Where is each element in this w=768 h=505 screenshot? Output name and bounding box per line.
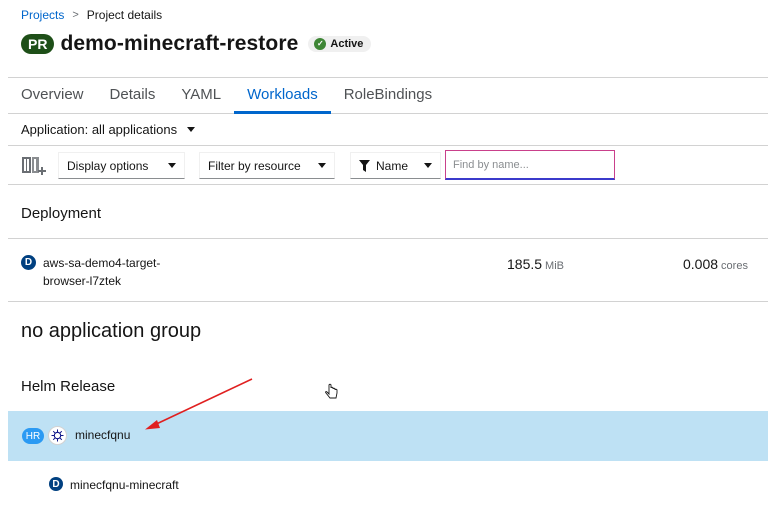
check-circle-icon: ✓	[314, 38, 327, 50]
filter-by-resource-label: Filter by resource	[208, 158, 301, 173]
name-filter-dropdown[interactable]: Name	[350, 152, 441, 179]
tab-rolebindings[interactable]: RoleBindings	[331, 78, 445, 114]
deployment-badge: D	[49, 477, 63, 491]
tab-details[interactable]: Details	[97, 78, 169, 114]
breadcrumb: Projects > Project details	[21, 8, 162, 22]
deployment-name[interactable]: aws-sa-demo4-target-browser-l7ztek	[43, 254, 193, 290]
memory-value: 185.5	[507, 256, 543, 272]
cpu-usage: 0.008 cores	[683, 256, 748, 272]
deployment-badge: D	[21, 255, 36, 270]
helm-release-badge: HR	[22, 428, 44, 444]
application-selector-label: Application: all applications	[21, 122, 178, 137]
breadcrumb-projects-link[interactable]: Projects	[21, 8, 64, 22]
page-header: PR demo-minecraft-restore ✓ Active	[21, 32, 372, 56]
deployment-section-title: Deployment	[21, 205, 102, 222]
application-group-title: no application group	[21, 320, 202, 342]
name-filter-label: Name	[376, 158, 409, 173]
helm-child-deployment-name[interactable]: minecfqnu-minecraft	[70, 478, 179, 492]
deployment-row[interactable]: D aws-sa-demo4-target-browser-l7ztek 185…	[8, 239, 768, 301]
project-badge: PR	[21, 34, 55, 54]
memory-unit: MiB	[545, 260, 564, 272]
tab-overview[interactable]: Overview	[8, 78, 97, 114]
helm-child-deployment-row[interactable]: D minecfqnu-minecraft	[8, 470, 768, 498]
helm-release-row[interactable]: HR minecfqnu	[8, 411, 768, 461]
tab-workloads[interactable]: Workloads	[234, 78, 331, 114]
memory-usage: 185.5 MiB	[507, 256, 564, 272]
cpu-value: 0.008	[683, 256, 719, 272]
helm-release-section-title: Helm Release	[21, 378, 116, 395]
helm-icon	[48, 426, 67, 445]
tab-bar: Overview Details YAML Workloads RoleBind…	[8, 78, 768, 114]
toolbar: Display options Filter by resource Name	[8, 146, 768, 185]
display-options-dropdown[interactable]: Display options	[58, 152, 185, 179]
display-options-label: Display options	[67, 158, 149, 173]
divider	[8, 301, 768, 302]
find-by-name-input[interactable]	[445, 150, 615, 180]
breadcrumb-current: Project details	[86, 8, 163, 22]
breadcrumb-separator: >	[72, 9, 79, 21]
filter-icon	[359, 159, 370, 172]
application-selector[interactable]: Application: all applications	[8, 114, 768, 146]
tab-yaml[interactable]: YAML	[168, 78, 234, 114]
caret-down-icon	[424, 163, 432, 168]
caret-down-icon	[318, 163, 326, 168]
cpu-unit: cores	[721, 260, 748, 272]
mouse-cursor-icon	[325, 383, 338, 399]
caret-down-icon	[168, 163, 176, 168]
caret-down-icon	[187, 127, 196, 132]
helm-release-name[interactable]: minecfqnu	[75, 428, 130, 442]
status-badge: ✓ Active	[308, 36, 372, 52]
filter-by-resource-dropdown[interactable]: Filter by resource	[199, 152, 335, 179]
topology-book-icon[interactable]	[20, 154, 48, 176]
status-label: Active	[330, 38, 364, 50]
page-title: demo-minecraft-restore	[60, 32, 299, 55]
